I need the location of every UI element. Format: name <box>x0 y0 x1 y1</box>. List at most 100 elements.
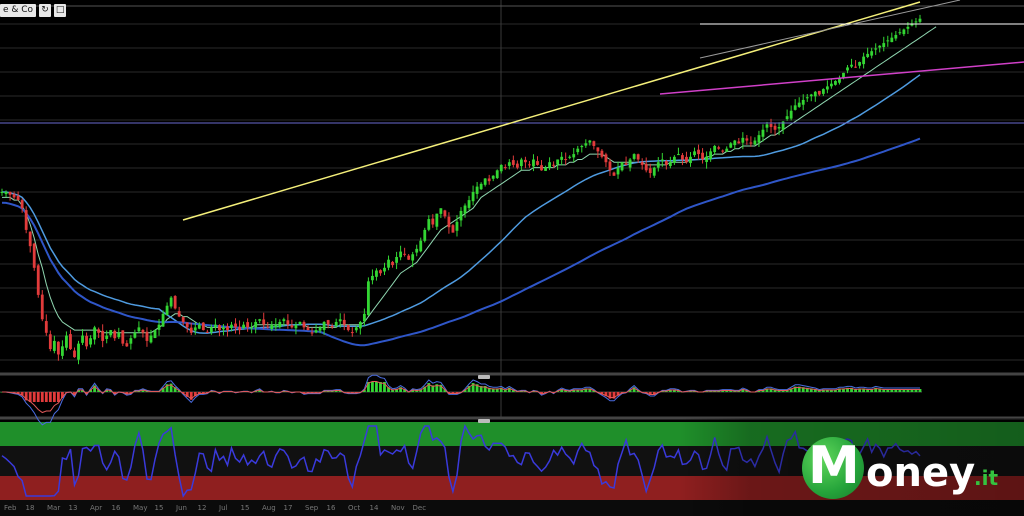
x-tick-label: Jun <box>175 504 187 512</box>
pane-splitter-handle[interactable] <box>478 375 490 379</box>
candle-body <box>568 156 572 158</box>
candle-body <box>866 53 870 57</box>
candle-body <box>898 32 902 34</box>
candle-body <box>729 143 733 148</box>
instrument-title[interactable]: e & Co <box>0 3 37 17</box>
candle-body <box>129 338 133 344</box>
candle-body <box>12 194 16 198</box>
candle-body <box>532 159 535 167</box>
candle-body <box>346 325 350 331</box>
candle-body <box>644 163 648 171</box>
settings-icon[interactable]: □ <box>54 3 67 17</box>
candle-body <box>375 270 378 277</box>
candle-body <box>258 319 262 321</box>
candle-body <box>757 135 761 143</box>
candle-body <box>648 168 652 174</box>
refresh-icon[interactable]: ↻ <box>39 3 52 17</box>
candle-body <box>515 163 519 168</box>
candle-body <box>387 259 390 268</box>
candle-body <box>447 216 451 228</box>
candle-body <box>701 152 704 160</box>
candle-body <box>125 343 129 347</box>
candle-body <box>890 37 894 43</box>
candle-body <box>133 332 137 338</box>
candle-body <box>745 138 749 141</box>
channel-line <box>699 0 961 59</box>
candle-body <box>491 175 495 179</box>
candle-body <box>620 162 624 171</box>
candle-body <box>20 200 24 209</box>
candle-body <box>805 97 809 99</box>
candle-body <box>181 317 185 322</box>
candle-body <box>624 163 628 165</box>
logo-letter: M <box>808 436 860 496</box>
candle-body <box>403 253 407 255</box>
candle-body <box>407 255 411 260</box>
candle-body <box>813 91 817 97</box>
x-tick-label: Aug <box>262 504 276 512</box>
candle-body <box>725 148 729 152</box>
chart-header: e & Co ↻ □ <box>0 3 67 17</box>
candle-body <box>914 21 918 23</box>
candle-body <box>721 150 725 152</box>
x-tick-label: Nov <box>391 504 405 512</box>
candle-body <box>262 319 266 325</box>
uptrend-line <box>182 1 921 221</box>
macd-bar <box>32 392 36 402</box>
candle-body <box>254 321 258 328</box>
moving-averages <box>1 26 937 347</box>
x-tick-label: 16 <box>112 504 121 512</box>
candle-body <box>371 275 374 281</box>
candle-body <box>290 325 294 328</box>
candle-body <box>395 256 398 263</box>
candle-body <box>886 40 890 42</box>
candle-body <box>463 205 467 214</box>
candle-body <box>858 62 862 66</box>
candle-body <box>278 321 282 328</box>
candle-body <box>499 164 503 172</box>
candle-body <box>817 90 821 95</box>
candle-body <box>4 192 8 195</box>
candle-body <box>894 34 898 39</box>
candle-body <box>117 332 121 338</box>
candle-body <box>286 320 290 325</box>
x-tick-label: Oct <box>348 504 360 512</box>
candle-body <box>69 334 72 350</box>
candle-body <box>693 151 696 156</box>
candle-body <box>234 323 237 328</box>
candle-body <box>789 110 793 119</box>
candle-body <box>89 338 92 345</box>
candle-body <box>733 140 737 146</box>
candle-body <box>608 161 612 171</box>
pane-splitter-handle[interactable] <box>478 419 490 423</box>
candle-body <box>322 321 326 330</box>
macd-bar <box>375 382 378 392</box>
lower-trend-line <box>659 61 1024 95</box>
candle-body <box>306 327 310 331</box>
candle-body <box>882 43 886 48</box>
candle-body <box>270 324 274 330</box>
candle-body <box>213 324 217 328</box>
candle-body <box>544 167 547 171</box>
candle-body <box>761 129 765 137</box>
candle-body <box>169 297 173 307</box>
candle-body <box>189 327 193 333</box>
candle-body <box>222 327 225 330</box>
candle-body <box>24 210 28 230</box>
candle-body <box>560 156 564 160</box>
candle-body <box>44 321 48 333</box>
candle-body <box>77 343 80 360</box>
candle-body <box>830 83 833 87</box>
candle-body <box>391 261 394 266</box>
candle-body <box>197 324 201 329</box>
candle-body <box>60 346 64 356</box>
candle-body <box>874 48 878 50</box>
candle-body <box>717 147 721 149</box>
candle-body <box>242 324 245 329</box>
candle-body <box>101 330 105 341</box>
x-tick-label: 18 <box>26 504 35 512</box>
candle-body <box>153 330 157 339</box>
candle-body <box>652 167 656 176</box>
candle-body <box>612 172 616 176</box>
candle-body <box>105 335 109 339</box>
